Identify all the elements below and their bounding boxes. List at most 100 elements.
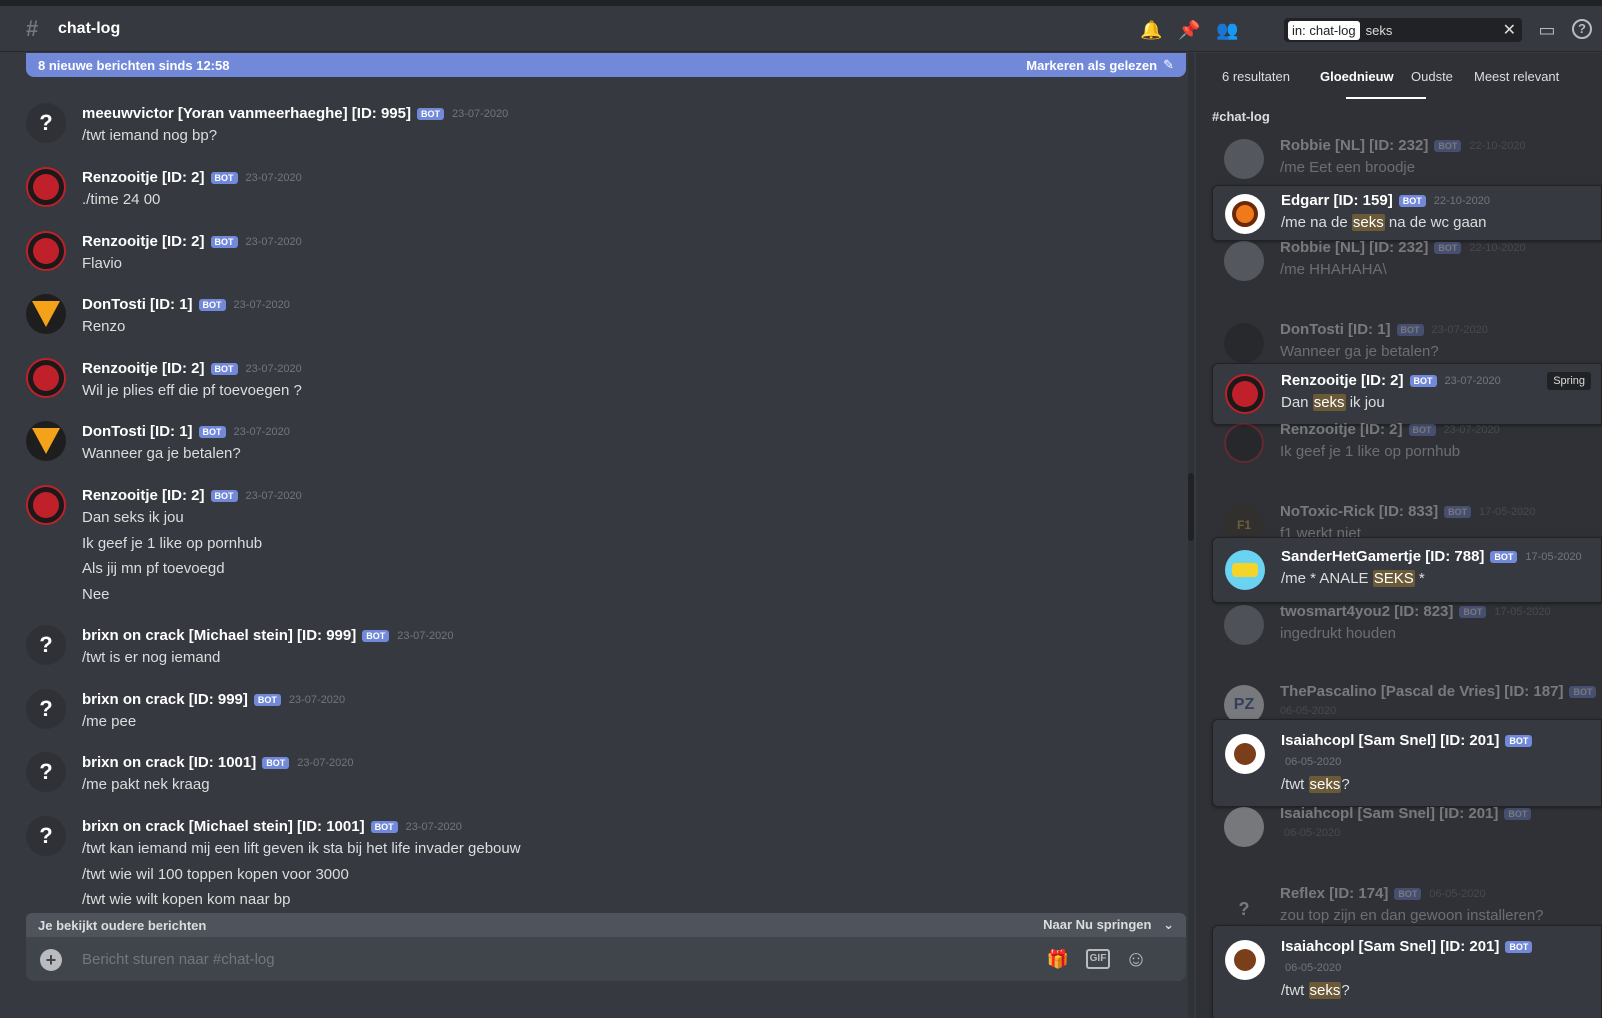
text-segment: ik jou <box>1345 394 1385 411</box>
jump-to-present-button[interactable]: Naar Nu springen <box>1043 917 1151 932</box>
message-author: Isaiahcopl [Sam Snel] [ID: 201] <box>1280 805 1499 822</box>
message-author[interactable]: Edgarr [ID: 159] <box>1281 192 1393 209</box>
message-author: Renzooitje [ID: 2] <box>1280 421 1403 438</box>
hashtag-icon: # <box>26 16 39 41</box>
members-icon[interactable]: 👥 <box>1216 19 1238 41</box>
message-author: ThePascalino [Pascal de Vries] [ID: 187] <box>1280 683 1564 700</box>
search-result[interactable]: Isaiahcopl [Sam Snel] [ID: 201] BOT 06-05… <box>1212 925 1602 1018</box>
avatar[interactable] <box>1225 194 1265 234</box>
avatar-image <box>1232 563 1258 577</box>
chevron-down-icon[interactable]: ⌄ <box>1163 917 1174 932</box>
inbox-icon[interactable]: ▭ <box>1536 19 1558 41</box>
avatar[interactable] <box>1225 374 1265 414</box>
message-text: Als jij mn pf toevoegd <box>82 560 225 577</box>
gift-icon[interactable]: 🎁 <box>1046 948 1070 970</box>
jump-button[interactable]: Spring <box>1547 372 1591 390</box>
bot-badge: BOT <box>210 489 238 502</box>
mark-read-icon[interactable]: ✎ <box>1163 57 1174 73</box>
avatar[interactable] <box>26 485 66 525</box>
add-attachment-icon[interactable]: + <box>40 949 62 971</box>
message-timestamp: 17-05-2020 <box>1479 505 1536 518</box>
search-filter-chip[interactable]: in: chat-log <box>1288 20 1360 40</box>
result-context: Isaiahcopl [Sam Snel] [ID: 201] BOT 06-05… <box>1212 805 1602 847</box>
avatar[interactable] <box>26 294 66 334</box>
avatar <box>1224 139 1264 179</box>
message-author[interactable]: Isaiahcopl [Sam Snel] [ID: 201] <box>1281 938 1499 955</box>
search-result[interactable]: SanderHetGamertje [ID: 788] BOT 17-05-2020… <box>1212 537 1602 603</box>
emoji-icon[interactable]: ☺ <box>1124 948 1148 970</box>
text-segment: /twt <box>1281 776 1309 793</box>
message-author[interactable]: brixn on crack [ID: 1001] <box>82 754 256 771</box>
message-list[interactable]: 8 nieuwe berichten sinds 12:58 Markeren … <box>0 53 1196 1018</box>
result-context: twosmart4you2 [ID: 823] BOT 17-05-2020 ing… <box>1212 603 1602 647</box>
search-query[interactable]: seks <box>1366 23 1393 38</box>
search-result[interactable]: Edgarr [ID: 159] BOT 22-10-2020 /me na de … <box>1212 185 1602 241</box>
message-text: /twt seks? <box>1281 776 1350 793</box>
older-messages-bar[interactable]: Je bekijkt oudere berichten Naar Nu spri… <box>26 913 1186 937</box>
avatar[interactable]: ? <box>26 752 66 792</box>
message-author[interactable]: Renzooitje [ID: 2] <box>82 233 205 250</box>
message-timestamp: 23-07-2020 <box>245 489 302 502</box>
message-timestamp: 23-07-2020 <box>245 235 302 248</box>
search-result[interactable]: Isaiahcopl [Sam Snel] [ID: 201] BOT 06-05… <box>1212 719 1602 807</box>
avatar[interactable] <box>1225 734 1265 774</box>
bot-badge: BOT <box>1490 550 1518 563</box>
tab-most-relevant[interactable]: Meest relevant <box>1474 69 1559 84</box>
message-author[interactable]: Renzooitje [ID: 2] <box>82 360 205 377</box>
scrollbar-thumb[interactable] <box>1188 473 1194 541</box>
message-author[interactable]: DonTosti [ID: 1] <box>82 423 193 440</box>
tab-oldest[interactable]: Oudste <box>1411 69 1453 84</box>
message-author[interactable]: meeuwvictor [Yoran vanmeerhaeghe] [ID: 9… <box>82 105 411 122</box>
bot-badge: BOT <box>1444 505 1472 518</box>
message-text: Flavio <box>82 255 123 272</box>
close-icon[interactable]: ✕ <box>1503 20 1516 40</box>
message-timestamp: 23-07-2020 <box>1444 374 1501 387</box>
mark-read-button[interactable]: Markeren als gelezen <box>1026 58 1157 73</box>
search-highlight: seks <box>1312 394 1346 411</box>
message-author[interactable]: DonTosti [ID: 1] <box>82 296 193 313</box>
message-timestamp: 06-05-2020 <box>1284 827 1341 839</box>
message-author[interactable]: Renzooitje [ID: 2] <box>82 169 205 186</box>
avatar[interactable]: ? <box>26 689 66 729</box>
text-segment: ? <box>1341 982 1350 999</box>
text-segment: /me * ANALE <box>1281 570 1373 587</box>
avatar[interactable]: ? <box>26 103 66 143</box>
message-timestamp: 23-07-2020 <box>233 298 290 311</box>
avatar[interactable] <box>1225 940 1265 980</box>
message-author[interactable]: SanderHetGamertje [ID: 788] <box>1281 548 1484 565</box>
message-author[interactable]: Renzooitje [ID: 2] <box>82 487 205 504</box>
bot-badge: BOT <box>210 362 238 375</box>
pin-icon[interactable]: 📌 <box>1178 19 1200 41</box>
gif-icon[interactable]: GIF <box>1086 949 1110 969</box>
message-author[interactable]: brixn on crack [Michael stein] [ID: 999] <box>82 627 356 644</box>
search-highlight: SEKS <box>1372 570 1415 587</box>
search-input[interactable]: in: chat-log seks ✕ <box>1284 18 1522 42</box>
help-icon[interactable]: ? <box>1572 19 1592 39</box>
bot-badge: BOT <box>1396 323 1424 336</box>
message-author[interactable]: Renzooitje [ID: 2] <box>1281 372 1404 389</box>
search-result[interactable]: Renzooitje [ID: 2] BOT 23-07-2020 Dan seks… <box>1212 363 1602 425</box>
text-segment: /me na de <box>1281 214 1352 231</box>
bot-badge: BOT <box>1434 241 1462 254</box>
message-text: Dan seks ik jou <box>1281 394 1385 411</box>
avatar[interactable]: ? <box>26 625 66 665</box>
avatar[interactable] <box>1225 550 1265 590</box>
new-messages-bar[interactable]: 8 nieuwe berichten sinds 12:58 Markeren … <box>26 53 1186 77</box>
message-timestamp: 22-10-2020 <box>1433 194 1490 207</box>
avatar[interactable] <box>26 231 66 271</box>
avatar[interactable] <box>26 421 66 461</box>
message-author[interactable]: brixn on crack [Michael stein] [ID: 1001… <box>82 818 365 835</box>
bot-badge: BOT <box>417 107 444 120</box>
avatar[interactable] <box>26 358 66 398</box>
message-text: /twt iemand nog bp? <box>82 127 218 144</box>
avatar[interactable] <box>26 167 66 207</box>
message-author[interactable]: Isaiahcopl [Sam Snel] [ID: 201] <box>1281 732 1499 749</box>
message-text: /twt wie wilt kopen kom naar bp <box>82 891 291 908</box>
message-input[interactable] <box>82 947 982 971</box>
message-author[interactable]: brixn on crack [ID: 999] <box>82 691 248 708</box>
avatar-image <box>1232 201 1258 227</box>
bot-badge: BOT <box>1434 139 1462 152</box>
bell-icon[interactable]: 🔔 <box>1140 19 1162 41</box>
tab-newest[interactable]: Gloednieuw <box>1320 69 1394 84</box>
avatar[interactable]: ? <box>26 816 66 856</box>
